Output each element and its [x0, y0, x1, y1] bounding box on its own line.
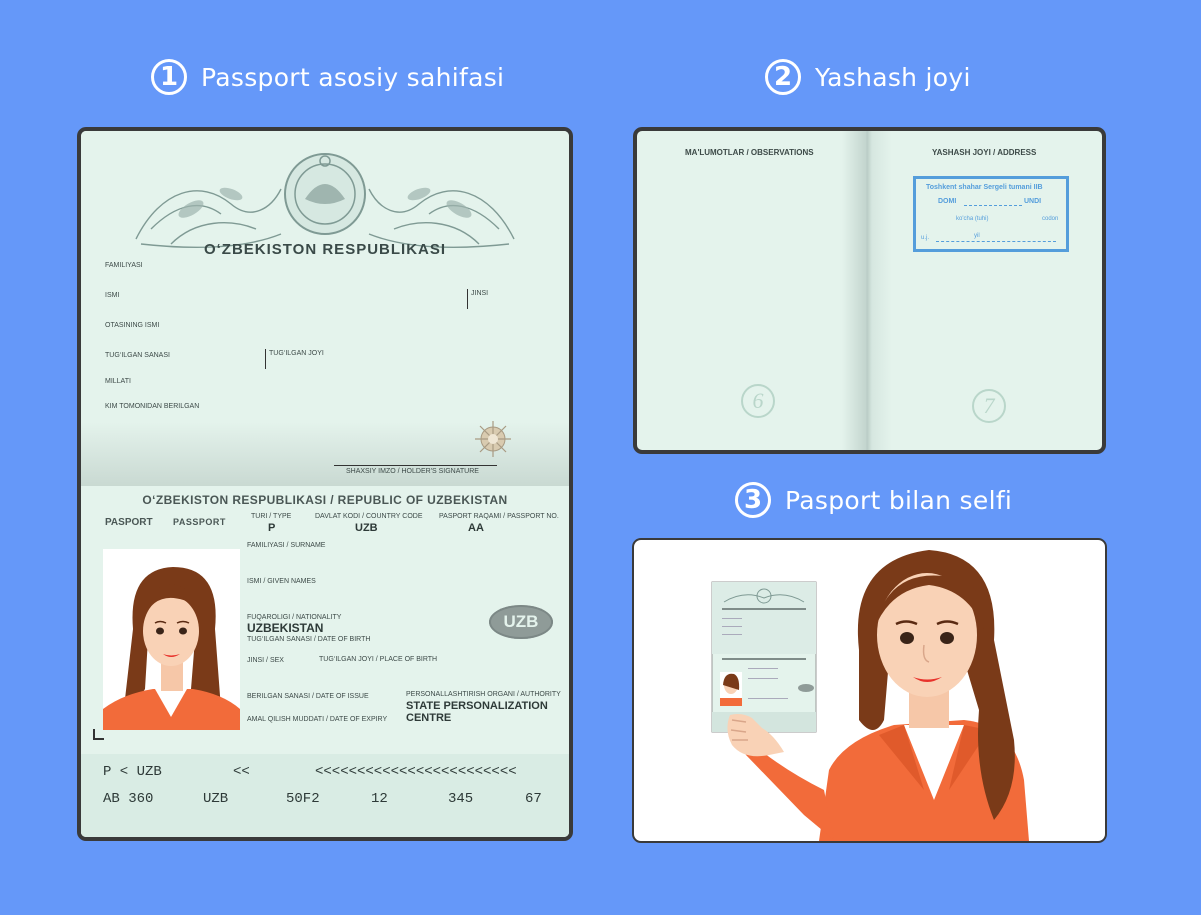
- mrz-line2-e: 345: [448, 791, 474, 807]
- passport-upper-page: O‘ZBEKISTON RESPUBLIKASI FAMILIYASI ISMI…: [81, 131, 569, 486]
- selfie-illustration: [711, 550, 1029, 841]
- sex-label: JINSI: [471, 290, 489, 297]
- photo-corner-mark: [93, 729, 104, 740]
- stamp-line4b: yil: [974, 233, 980, 239]
- patronymic-label: OTASINING ISMI: [105, 322, 160, 329]
- stamp-line3b: codon: [1042, 216, 1059, 222]
- pob-label: TUG‘ILGAN JOYI / PLACE OF BIRTH: [319, 656, 438, 663]
- signature-line: [334, 465, 497, 466]
- passport-data-page: O‘ZBEKISTON RESPUBLIKASI / REPUBLIC OF U…: [81, 486, 569, 837]
- passport-word: PASSPORT: [173, 517, 226, 527]
- holder-photo: [103, 549, 240, 730]
- step-number: 3: [735, 482, 771, 518]
- nationality-label: MILLATI: [105, 378, 131, 385]
- stamp-line4: u.j.: [921, 235, 930, 241]
- step-3-heading: 3 Pasport bilan selfi: [735, 482, 1012, 518]
- mrz-line2-c: 50F2: [286, 791, 320, 807]
- republic-title: O‘ZBEKISTON RESPUBLIKASI: [203, 241, 447, 258]
- type-value: P: [268, 522, 276, 534]
- type-label: TURI / TYPE: [251, 513, 292, 520]
- hologram-seal: [475, 421, 511, 457]
- mrz-line2-a: AB 360: [103, 791, 154, 807]
- expiry-date-label: AMAL QILISH MUDDATI / DATE OF EXPIRY: [247, 716, 388, 723]
- step-1-heading: 1 Passport asosiy sahifasi: [151, 59, 504, 95]
- authority-label: PERSONALLASHTIRISH ORGANI / AUTHORITY: [406, 691, 561, 698]
- data-page-header: O‘ZBEKISTON RESPUBLIKASI / REPUBLIC OF U…: [142, 493, 508, 507]
- given-names-label: ISMI / GIVEN NAMES: [247, 578, 316, 585]
- issued-by-label: KIM TOMONIDAN BERILGAN: [105, 403, 200, 410]
- step-number: 2: [765, 59, 801, 95]
- surname-label: FAMILIYASI: [105, 262, 143, 269]
- uzb-badge: UZB: [489, 605, 553, 639]
- mrz-line2-f: 67: [525, 791, 542, 807]
- passport-address-spread: MA'LUMOTLAR / OBSERVATIONS YASHASH JOYI …: [633, 127, 1106, 454]
- mrz-line2-d: 12: [371, 791, 388, 807]
- stamp-line2b: UNDI: [1024, 198, 1042, 205]
- stamp-line3: ko'cha (tuhi): [956, 216, 989, 222]
- country-code-value: UZB: [355, 522, 378, 534]
- issue-date-label: BERILGAN SANASI / DATE OF ISSUE: [247, 693, 369, 700]
- nationality-field-label: FUQAROLIGI / NATIONALITY: [247, 614, 342, 621]
- page-number-7: 7: [972, 389, 1006, 423]
- pasport-word: PASPORT: [105, 517, 153, 528]
- page-number-6: 6: [741, 384, 775, 418]
- passport-main-page: O‘ZBEKISTON RESPUBLIKASI FAMILIYASI ISMI…: [77, 127, 573, 841]
- passport-number-label: PASPORT RAQAMI / PASSPORT No.: [439, 513, 559, 520]
- stamp-line2: DOMI: [938, 198, 957, 205]
- step-title: Pasport bilan selfi: [785, 485, 1013, 515]
- observations-title: MA'LUMOTLAR / OBSERVATIONS: [685, 148, 814, 157]
- dob-label: TUG‘ILGAN SANASI / DATE OF BIRTH: [247, 636, 371, 643]
- stamp-dash-line: [964, 205, 1022, 206]
- step-2-heading: 2 Yashash joyi: [765, 59, 971, 95]
- signature-label: SHAXSIY IMZO / HOLDER'S SIGNATURE: [346, 468, 479, 475]
- authority-value-2: CENTRE: [406, 712, 452, 724]
- step-title: Passport asosiy sahifasi: [201, 62, 505, 92]
- stamp-line1: Toshkent shahar Sergeli tumani IIB: [926, 184, 1043, 191]
- step-title: Yashash joyi: [815, 62, 971, 92]
- mrz-line2-b: UZB: [203, 791, 229, 807]
- mrz-zone: P < UZB << <<<<<<<<<<<<<<<<<<<<<<<< AB 3…: [81, 754, 569, 837]
- selfie-photo: [632, 538, 1107, 843]
- sex-divider: [467, 289, 468, 309]
- country-code-label: DAVLAT KODI / COUNTRY CODE: [315, 513, 423, 520]
- nationality-value: UZBEKISTAN: [247, 621, 324, 635]
- stamp-dash-line-2: [936, 241, 1056, 242]
- surname-field-label: FAMILIYASI / SURNAME: [247, 542, 326, 549]
- step-number: 1: [151, 59, 187, 95]
- mrz-line1-b: <<: [233, 764, 250, 780]
- authority-value-1: STATE PERSONALIZATION: [406, 700, 548, 712]
- mrz-line1-c: <<<<<<<<<<<<<<<<<<<<<<<<: [315, 764, 517, 780]
- birth-place-label: TUG‘ILGAN JOYI: [269, 350, 324, 357]
- name-label: ISMI: [105, 292, 120, 299]
- spine-shadow: [842, 131, 892, 450]
- mrz-line1-a: P < UZB: [103, 764, 162, 780]
- address-title: YASHASH JOYI / ADDRESS: [932, 148, 1037, 157]
- residence-stamp: Toshkent shahar Sergeli tumani IIB DOMI …: [913, 176, 1069, 252]
- birth-date-label: TUG‘ILGAN SANASI: [105, 352, 170, 359]
- sex-field-label: JINSI / SEX: [247, 657, 284, 664]
- birth-place-divider: [265, 349, 266, 369]
- passport-number-value: AA: [468, 522, 484, 534]
